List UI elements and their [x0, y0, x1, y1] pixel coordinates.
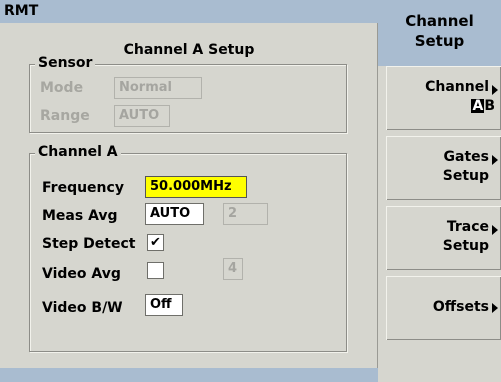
status-bar [0, 368, 378, 382]
screen: RMT Channel A Setup Sensor Mode Normal R… [0, 0, 501, 382]
meas-avg-count-field: 2 [223, 203, 268, 225]
frequency-field[interactable]: 50.000MHz [145, 176, 247, 198]
softkey-label: Channel [425, 79, 489, 95]
menu-title: Channel Setup [378, 0, 501, 66]
title-bar: RMT [0, 0, 378, 23]
channel-ab-softkey[interactable]: Channel AB [386, 66, 501, 130]
video-bw-field[interactable]: Off [145, 294, 183, 316]
range-label: Range [40, 108, 90, 124]
meas-avg-label: Meas Avg [42, 208, 118, 224]
video-avg-checkbox[interactable] [147, 262, 164, 279]
video-avg-label: Video Avg [42, 266, 121, 282]
offsets-softkey[interactable]: Offsets [386, 276, 501, 340]
softkey-label: Setup [442, 168, 489, 184]
step-detect-checkbox[interactable]: ✔ [147, 234, 164, 251]
gates-setup-softkey[interactable]: Gates Setup [386, 136, 501, 200]
channel-b-option: B [484, 98, 495, 114]
video-avg-count-field: 4 [223, 258, 243, 280]
channel-a-selected: A [471, 98, 485, 114]
remote-indicator: RMT [4, 3, 39, 19]
channel-ab-toggle: AB [471, 98, 495, 114]
video-bw-label: Video B/W [42, 300, 123, 316]
channel-group-legend: Channel A [35, 144, 121, 160]
frequency-label: Frequency [42, 180, 124, 196]
meas-avg-field[interactable]: AUTO [145, 203, 204, 225]
menu-title-line1: Channel [405, 12, 474, 30]
chevron-right-icon [492, 85, 498, 95]
softkey-label: Offsets [432, 299, 489, 315]
softkey-label: Setup [442, 238, 489, 254]
sensor-group-legend: Sensor [35, 55, 96, 71]
softkey-label: Gates [443, 149, 489, 165]
chevron-right-icon [492, 155, 498, 165]
softkey-label: Trace [446, 219, 489, 235]
step-detect-label: Step Detect [42, 236, 136, 252]
mode-label: Mode [40, 80, 84, 96]
chevron-right-icon [492, 303, 498, 313]
chevron-right-icon [492, 225, 498, 235]
mode-field: Normal [114, 77, 202, 99]
trace-setup-softkey[interactable]: Trace Setup [386, 206, 501, 270]
range-field: AUTO [114, 105, 170, 127]
menu-title-line2: Setup [414, 32, 465, 50]
